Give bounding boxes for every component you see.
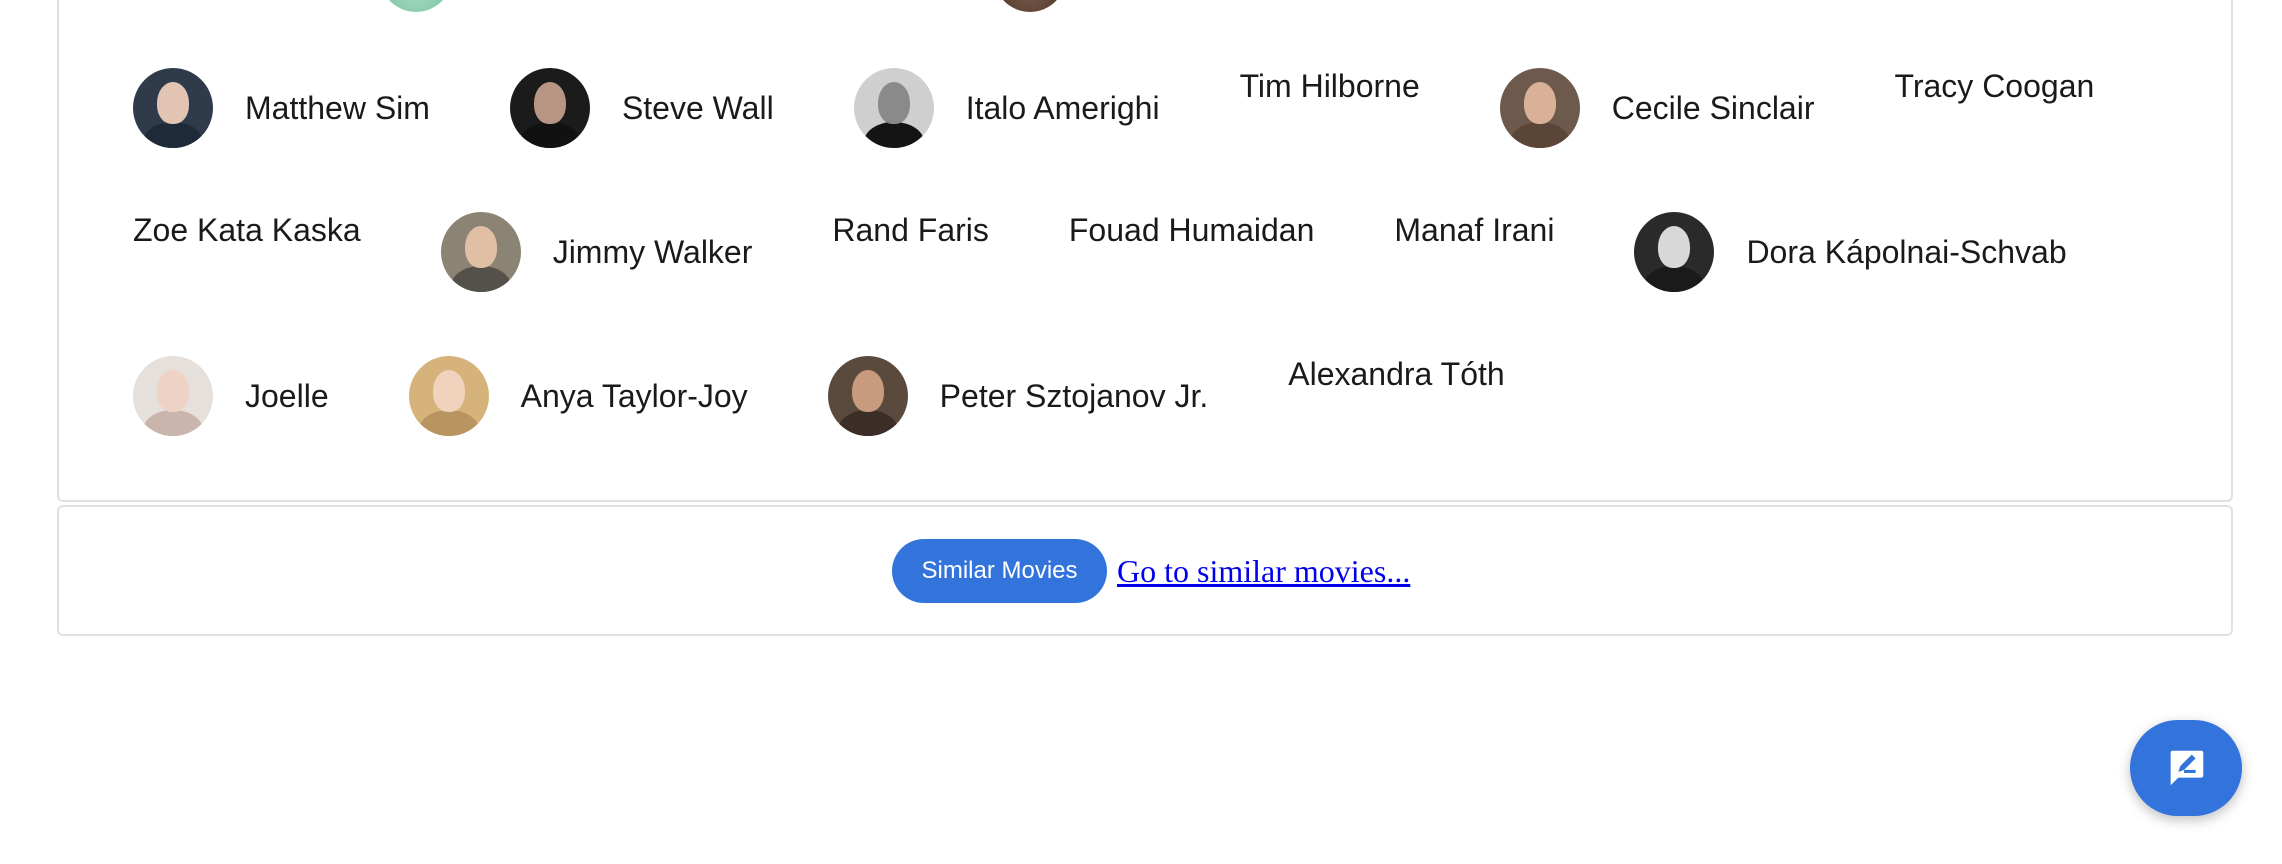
cast-member-name: Dora Kápolnai-Schvab xyxy=(1746,234,2067,270)
cast-member-name: Zoe Kata Kaska xyxy=(133,212,361,248)
avatar xyxy=(827,356,908,436)
cast-member-name: Anya Taylor-Joy xyxy=(520,378,748,414)
cast-member[interactable]: Tim Hilborne xyxy=(1240,67,1420,149)
avatar[interactable] xyxy=(380,0,452,12)
cast-member-name: Steve Wall xyxy=(621,90,774,126)
cast-member-name: Tim Hilborne xyxy=(1239,68,1420,104)
cast-member-name: Cecile Sinclair xyxy=(1611,90,1815,126)
cast-member[interactable]: Fouad Humaidan xyxy=(1069,211,1314,293)
feedback-button[interactable] xyxy=(2130,720,2242,816)
avatar xyxy=(408,356,489,436)
cast-row: Zoe Kata Kaska Jimmy Walker Rand Faris F… xyxy=(133,211,2067,293)
cast-member[interactable]: Anya Taylor-Joy xyxy=(408,355,748,437)
cast-member[interactable]: Rand Faris xyxy=(832,211,989,293)
cast-member[interactable]: Tracy Coogan xyxy=(1894,67,2094,149)
cast-member[interactable]: Manaf Irani xyxy=(1394,211,1554,293)
cast-member[interactable]: Italo Amerighi xyxy=(853,67,1160,149)
cast-member-name: Italo Amerighi xyxy=(965,90,1160,126)
avatar xyxy=(1499,68,1580,148)
page: Matthew Sim Steve Wall Italo Amerighi Ti… xyxy=(0,0,2282,864)
cast-member[interactable]: Dora Kápolnai-Schvab xyxy=(1634,211,2067,293)
avatar[interactable] xyxy=(994,0,1066,12)
cast-member-name: Rand Faris xyxy=(832,212,989,248)
cast-member-name: Manaf Irani xyxy=(1394,212,1555,248)
cast-member[interactable]: Cecile Sinclair xyxy=(1499,67,1815,149)
cast-member-name: Fouad Humaidan xyxy=(1068,212,1315,248)
cast-member[interactable]: Peter Sztojanov Jr. xyxy=(827,355,1209,437)
avatar xyxy=(440,212,521,292)
feedback-icon xyxy=(2170,750,2204,786)
cast-member-name: Jimmy Walker xyxy=(552,234,753,270)
similar-movies-link[interactable]: Go to similar movies... xyxy=(1117,553,1410,590)
similar-movies-button[interactable]: Similar Movies xyxy=(892,539,1107,603)
cast-member-name: Joelle xyxy=(245,378,329,414)
similar-movies-panel: Similar Movies Go to similar movies... xyxy=(57,505,2233,636)
cast-member-name: Peter Sztojanov Jr. xyxy=(939,378,1209,414)
cast-row: Joelle Anya Taylor-Joy Peter Sztojanov J… xyxy=(133,355,1505,437)
cast-member-name: Alexandra Tóth xyxy=(1288,356,1505,392)
cast-member[interactable]: Joelle xyxy=(133,355,329,437)
cast-member[interactable]: Jimmy Walker xyxy=(440,211,753,293)
cast-row: Matthew Sim Steve Wall Italo Amerighi Ti… xyxy=(133,67,2094,149)
cast-member[interactable]: Steve Wall xyxy=(509,67,774,149)
avatar xyxy=(1634,212,1715,292)
avatar xyxy=(133,356,213,436)
cast-member-name: Matthew Sim xyxy=(245,90,430,126)
cast-panel: Matthew Sim Steve Wall Italo Amerighi Ti… xyxy=(57,0,2233,502)
cast-member[interactable]: Alexandra Tóth xyxy=(1288,355,1504,437)
avatar xyxy=(133,68,213,148)
avatar xyxy=(853,68,934,148)
avatar xyxy=(509,68,590,148)
cast-member[interactable]: Matthew Sim xyxy=(133,67,430,149)
cast-member[interactable]: Zoe Kata Kaska xyxy=(133,211,361,293)
cast-member-name: Tracy Coogan xyxy=(1894,68,2095,104)
